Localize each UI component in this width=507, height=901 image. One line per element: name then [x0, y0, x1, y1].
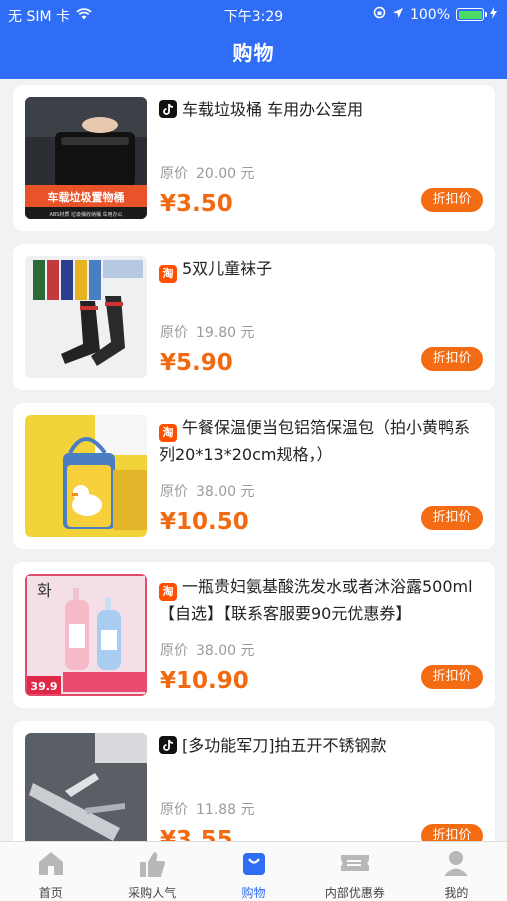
product-card[interactable]: 淘 5双儿童袜子 原价 19.80 元 ¥5.90 折扣价: [13, 244, 495, 390]
product-card[interactable]: [多功能军刀]拍五开不锈钢款 原价 11.88 元 ¥3.55 折扣价: [13, 721, 495, 841]
location-icon: [392, 7, 404, 23]
product-title[interactable]: [多功能军刀]拍五开不锈钢款: [159, 733, 484, 758]
status-bar: 无 SIM 卡 下午3:29 100%: [0, 0, 507, 28]
taobao-icon: 淘: [159, 265, 177, 283]
product-image: [25, 733, 147, 841]
discount-button[interactable]: 折扣价: [421, 665, 483, 689]
product-image: [25, 415, 147, 537]
home-icon: [36, 849, 66, 881]
product-image: [25, 256, 147, 378]
product-title[interactable]: 车载垃圾桶 车用办公室用: [159, 97, 484, 122]
user-icon: [442, 849, 470, 881]
svg-text:화: 화: [37, 581, 52, 600]
svg-text:39.9: 39.9: [30, 680, 57, 693]
product-image: 车载垃圾置物桶 ABS材质 垃圾桶收纳桶 车用办公: [25, 97, 147, 219]
discount-price: ¥10.50: [160, 509, 249, 535]
taobao-icon: 淘: [159, 583, 177, 601]
charging-icon: [490, 6, 497, 23]
tab-bar: 首页 采购人气 购物 内部优惠券 我的: [0, 841, 507, 901]
product-title[interactable]: 淘午餐保温便当包铝箔保温包（拍小黄鸭系列20*13*20cm规格，）: [159, 415, 484, 467]
product-card[interactable]: 车载垃圾置物桶 ABS材质 垃圾桶收纳桶 车用办公 车载垃圾桶 车用办公室用 原…: [13, 85, 495, 231]
discount-button[interactable]: 折扣价: [421, 824, 483, 841]
tab-home[interactable]: 首页: [0, 842, 101, 901]
svg-text:ABS材质 垃圾桶收纳桶 车用办公: ABS材质 垃圾桶收纳桶 车用办公: [49, 211, 122, 218]
product-title[interactable]: 淘一瓶贵妇氨基酸洗发水或者沐浴露500ml【自选】【联系客服要90元优惠券】: [159, 574, 484, 626]
battery-percent: 100%: [409, 6, 450, 23]
tab-coupons[interactable]: 内部优惠券: [304, 842, 405, 901]
thumbs-up-icon: [137, 849, 167, 883]
product-image: 화 39.9: [25, 574, 147, 696]
product-title[interactable]: 淘 5双儿童袜子: [159, 256, 484, 283]
discount-price: ¥3.50: [160, 191, 233, 217]
taobao-icon: 淘: [159, 424, 177, 442]
discount-price: ¥10.90: [160, 668, 249, 694]
original-price: 原价 38.00 元: [160, 643, 255, 659]
tab-popular[interactable]: 采购人气: [101, 842, 202, 901]
discount-button[interactable]: 折扣价: [421, 506, 483, 530]
douyin-icon: [159, 736, 177, 754]
rotation-lock-icon: [373, 6, 386, 23]
product-list[interactable]: 车载垃圾置物桶 ABS材质 垃圾桶收纳桶 车用办公 车载垃圾桶 车用办公室用 原…: [0, 79, 507, 841]
original-price: 原价 19.80 元: [160, 325, 255, 341]
douyin-icon: [159, 100, 177, 118]
discount-button[interactable]: 折扣价: [421, 188, 483, 212]
discount-button[interactable]: 折扣价: [421, 347, 483, 371]
original-price: 原价 38.00 元: [160, 484, 255, 500]
svg-text:车载垃圾置物桶: 车载垃圾置物桶: [48, 190, 125, 204]
shopping-bag-icon: [241, 849, 267, 881]
ticket-icon: [339, 849, 371, 881]
original-price: 原价 11.88 元: [160, 802, 255, 818]
original-price: 原价 20.00 元: [160, 166, 255, 182]
tab-shopping[interactable]: 购物: [203, 842, 304, 901]
tab-profile[interactable]: 我的: [406, 842, 507, 901]
page-title: 购物: [232, 41, 275, 65]
discount-price: ¥3.55: [160, 827, 233, 841]
product-card[interactable]: 淘午餐保温便当包铝箔保温包（拍小黄鸭系列20*13*20cm规格，） 原价 38.…: [13, 403, 495, 549]
product-card[interactable]: 화 39.9 淘一瓶贵妇氨基酸洗发水或者沐浴露500ml【自选】【联系客服要90…: [13, 562, 495, 708]
battery-icon: [456, 8, 487, 21]
discount-price: ¥5.90: [160, 350, 233, 376]
app-header: 无 SIM 卡 下午3:29 100% 购物: [0, 0, 507, 79]
